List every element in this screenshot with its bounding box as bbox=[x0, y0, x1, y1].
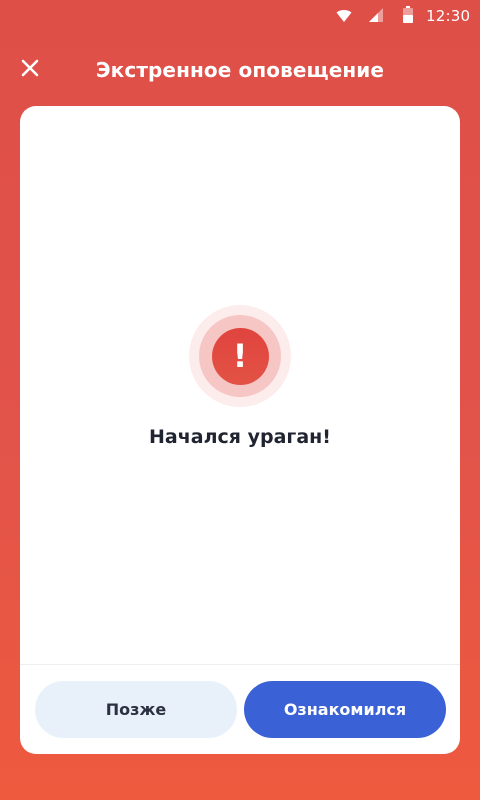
battery-icon bbox=[403, 6, 413, 23]
alert-icon-core: ! bbox=[211, 327, 269, 385]
app-bar: Экстренное оповещение bbox=[0, 40, 480, 96]
later-button[interactable]: Позже bbox=[35, 681, 237, 738]
exclamation-alert-icon: ! bbox=[189, 305, 291, 407]
wifi-icon bbox=[336, 10, 352, 22]
status-bar: 12:30 bbox=[0, 0, 480, 32]
status-time: 12:30 bbox=[426, 7, 471, 25]
page-title: Экстренное оповещение bbox=[95, 58, 385, 82]
acknowledge-button[interactable]: Ознакомился bbox=[244, 681, 446, 738]
alert-card: ! Начался ураган! Позже Ознакомился bbox=[20, 106, 460, 754]
alert-message: Начался ураган! bbox=[149, 426, 331, 448]
signal-icon bbox=[369, 8, 383, 22]
divider bbox=[20, 664, 460, 665]
alert-icon-ring: ! bbox=[199, 315, 281, 397]
